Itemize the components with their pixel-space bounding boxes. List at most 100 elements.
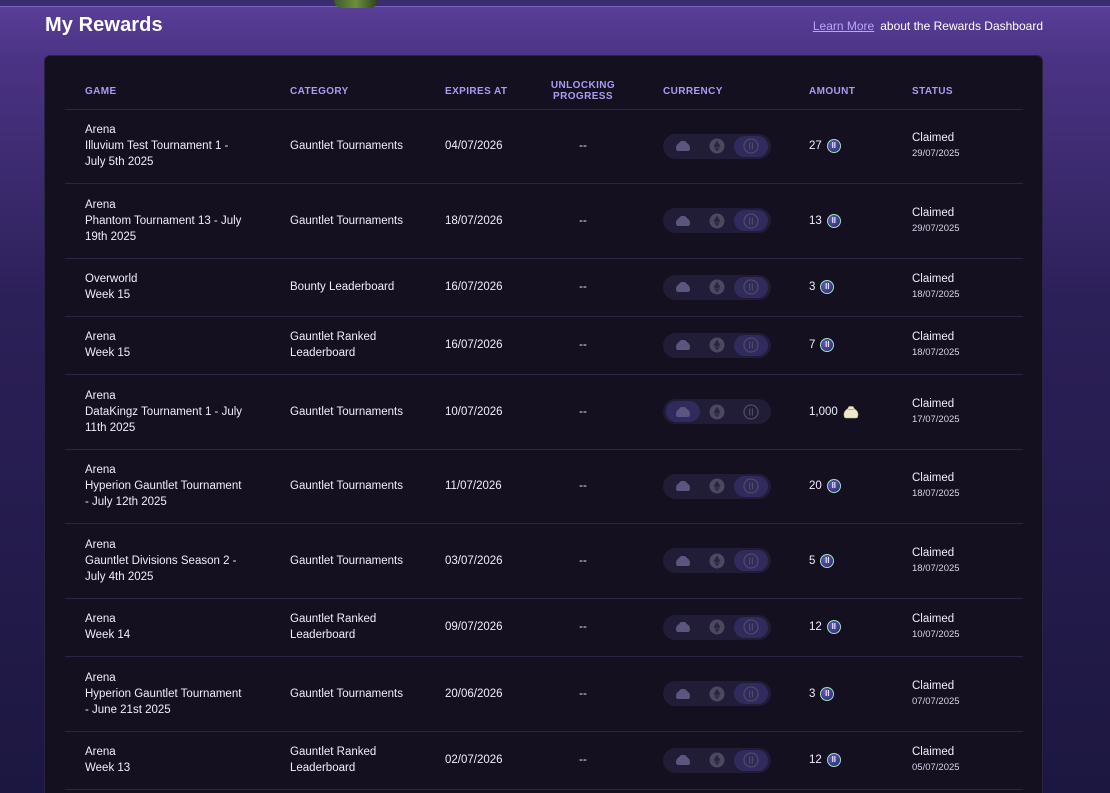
amount-value: 5 [809, 554, 816, 567]
ilv-token-icon [743, 212, 759, 229]
currency-option-eth[interactable] [700, 683, 734, 704]
currency-option-ilv[interactable] [734, 683, 768, 704]
currency-option-ilv[interactable] [734, 334, 768, 356]
amount-cell: 3 ll [789, 258, 892, 317]
currency-option-eth[interactable] [700, 750, 734, 771]
pouch-icon [676, 282, 690, 292]
column-header-progress[interactable]: UNLOCKING PROGRESS [523, 74, 643, 110]
currency-option-pouch[interactable] [666, 401, 700, 422]
game-type: Arena [85, 613, 116, 625]
column-header-status[interactable]: STATUS [892, 74, 1023, 110]
currency-option-eth[interactable] [700, 136, 734, 157]
ethereum-icon [709, 404, 725, 419]
game-cell: Arena Gauntlet Divisions Season 2 - July… [65, 523, 270, 599]
currency-selector [663, 473, 771, 499]
amount-value-group: 13 ll [809, 213, 841, 229]
table-row[interactable]: Arena Week 14 Gauntlet Ranked Leaderboar… [65, 598, 1023, 657]
progress-cell: -- [523, 731, 643, 790]
currency-cell [643, 374, 789, 450]
amount-cell: 12 ll [789, 731, 892, 790]
amount-cell: 13 ll [789, 183, 892, 259]
table-row[interactable]: Arena Hyperion Gauntlet Tournament - Jun… [65, 656, 1023, 732]
column-header-game[interactable]: GAME [65, 74, 270, 110]
expires-cell: 11/07/2026 [425, 449, 523, 524]
currency-option-eth[interactable] [700, 335, 734, 356]
ilv-token-icon [743, 478, 759, 494]
currency-option-eth[interactable] [700, 476, 734, 497]
currency-option-eth[interactable] [700, 277, 734, 298]
category-line2: Leaderboard [290, 347, 356, 359]
currency-option-eth[interactable] [700, 401, 734, 422]
currency-option-pouch[interactable] [666, 750, 700, 771]
category-cell: Gauntlet Ranked Leaderboard [270, 598, 425, 657]
progress-cell: -- [523, 449, 643, 524]
ilv-token-icon [743, 752, 759, 768]
table-row[interactable]: Arena Week 13 Gauntlet Ranked Leaderboar… [65, 731, 1023, 790]
amount-cell: 1,000 [789, 374, 892, 450]
category-line2: Leaderboard [290, 762, 356, 774]
currency-option-eth[interactable] [700, 210, 734, 231]
currency-option-ilv[interactable] [734, 401, 768, 422]
table-row[interactable]: Arena Phantom Tournament 13 - July 19th … [65, 183, 1023, 259]
status-text: Claimed [912, 472, 955, 484]
pouch-icon [843, 405, 859, 419]
table-row[interactable]: Arena Hyperion Gauntlet Tournament - Jul… [65, 449, 1023, 524]
column-header-currency[interactable]: CURRENCY [643, 74, 789, 110]
learn-more-link[interactable]: Learn More [813, 19, 874, 33]
header-character-art [334, 0, 378, 8]
currency-option-pouch[interactable] [666, 550, 700, 571]
column-header-amount[interactable]: AMOUNT [789, 74, 892, 110]
currency-option-ilv[interactable] [734, 749, 768, 771]
currency-option-ilv[interactable] [734, 276, 768, 298]
status-date: 10/07/2025 [912, 629, 960, 640]
currency-option-pouch[interactable] [666, 335, 700, 356]
currency-option-pouch[interactable] [666, 617, 700, 638]
expires-cell: 10/07/2026 [425, 374, 523, 450]
table-row[interactable]: Arena Gauntlet Divisions Season 2 - July… [65, 523, 1023, 599]
currency-option-ilv[interactable] [734, 135, 768, 157]
amount-cell: 7 ll [789, 316, 892, 375]
currency-option-pouch[interactable] [666, 210, 700, 231]
column-header-category[interactable]: CATEGORY [270, 74, 425, 110]
currency-cell [643, 316, 789, 375]
amount-value: 13 [809, 214, 822, 227]
pouch-icon [676, 688, 690, 699]
page-title: My Rewards [45, 14, 163, 36]
status-cell: Claimed 29/07/2025 [892, 183, 1023, 259]
game-name-line1: Week 13 [85, 762, 131, 774]
status-text: Claimed [912, 679, 955, 692]
currency-option-eth[interactable] [700, 617, 734, 638]
table-row[interactable]: Arena DataKingz Tournament 1 - July 11th… [65, 374, 1023, 450]
category-cell: Gauntlet Tournaments [270, 449, 425, 524]
amount-value-group: 20 ll [809, 478, 841, 494]
currency-option-pouch[interactable] [666, 476, 700, 497]
currency-option-pouch[interactable] [666, 277, 700, 298]
pouch-icon [676, 215, 690, 226]
game-cell: Arena Hyperion Gauntlet Tournament - Jun… [65, 656, 270, 732]
currency-selector [663, 548, 771, 573]
ilv-token-icon [743, 279, 759, 295]
ethereum-icon [709, 213, 725, 228]
rewards-table: GAME CATEGORY EXPIRES AT UNLOCKING PROGR… [65, 74, 1023, 790]
category-line1: Bounty Leaderboard [290, 281, 395, 293]
currency-option-ilv[interactable] [734, 210, 768, 231]
game-name-line2: - July 12th 2025 [85, 496, 167, 508]
expires-cell: 09/07/2026 [425, 598, 523, 657]
currency-option-ilv[interactable] [734, 550, 768, 571]
currency-option-ilv[interactable] [734, 475, 768, 497]
progress-cell: -- [523, 258, 643, 317]
game-type: Arena [85, 671, 116, 684]
expires-cell: 02/07/2026 [425, 731, 523, 790]
column-header-expires[interactable]: EXPIRES AT [425, 74, 523, 110]
currency-option-pouch[interactable] [666, 136, 700, 157]
expires-cell: 16/07/2026 [425, 258, 523, 317]
currency-option-ilv[interactable] [734, 616, 768, 638]
game-cell: Arena Hyperion Gauntlet Tournament - Jul… [65, 449, 270, 524]
game-cell: Arena DataKingz Tournament 1 - July 11th… [65, 374, 270, 450]
table-row[interactable]: Arena Week 15 Gauntlet Ranked Leaderboar… [65, 316, 1023, 375]
currency-option-pouch[interactable] [666, 683, 700, 704]
table-row[interactable]: Overworld Week 15 Bounty Leaderboard 16/… [65, 258, 1023, 317]
currency-option-eth[interactable] [700, 550, 734, 571]
status-text: Claimed [912, 132, 955, 144]
table-row[interactable]: Arena Illuvium Test Tournament 1 - July … [65, 109, 1023, 184]
